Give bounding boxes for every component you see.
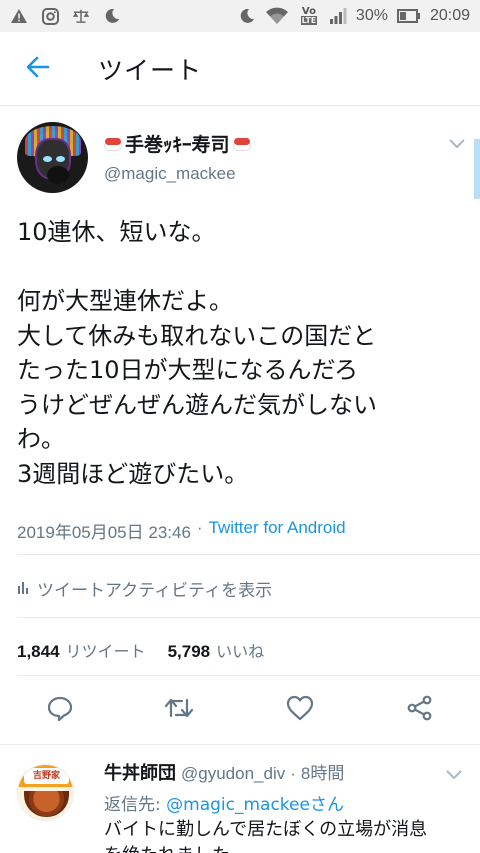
author-handle[interactable]: @magic_mackee bbox=[104, 164, 236, 184]
tweet-actions bbox=[0, 689, 480, 729]
tweet-activity-link[interactable]: ツイートアクティビティを表示 bbox=[17, 576, 272, 601]
scale-icon bbox=[72, 7, 90, 25]
retweet-button[interactable] bbox=[163, 694, 195, 726]
signal-icon bbox=[329, 7, 347, 25]
tweet-stats: 1,844 リツイート 5,798 いいね bbox=[17, 638, 264, 662]
reply-to-line: 返信先: @magic_mackeeさん bbox=[104, 790, 344, 815]
reply-author-avatar[interactable]: 吉野家 bbox=[17, 764, 74, 821]
arrow-left-icon bbox=[26, 56, 50, 82]
instagram-icon bbox=[41, 7, 59, 25]
reply-button[interactable] bbox=[44, 694, 76, 726]
reply-author-name[interactable]: 牛丼師団 bbox=[104, 759, 176, 785]
meta-separator: · bbox=[196, 518, 203, 537]
reply-author-handle[interactable]: @gyudon_div bbox=[181, 764, 285, 784]
scroll-indicator bbox=[474, 139, 480, 199]
status-bar: Vo LTE 30% 20:09 bbox=[0, 0, 480, 32]
share-icon bbox=[407, 695, 433, 725]
clock: 20:09 bbox=[429, 7, 470, 24]
tweet-activity-label: ツイートアクティビティを表示 bbox=[37, 581, 273, 601]
tweet-meta: 2019年05月05日 23:46 · Twitter for Android bbox=[17, 518, 346, 543]
like-label[interactable]: いいね bbox=[216, 638, 264, 662]
reply-to-prefix: 返信先: bbox=[104, 795, 161, 815]
bar-chart-icon bbox=[17, 579, 31, 599]
page-title: ツイート bbox=[98, 55, 203, 85]
author-name: 手巻ｯｷｰ寿司 bbox=[125, 134, 230, 156]
back-button[interactable] bbox=[12, 43, 64, 95]
heart-icon bbox=[286, 695, 314, 725]
reply-time: 8時間 bbox=[300, 764, 345, 783]
warning-icon bbox=[10, 7, 28, 25]
chevron-down-icon bbox=[446, 765, 462, 784]
retweet-icon bbox=[164, 696, 194, 724]
reply-menu-button[interactable] bbox=[446, 765, 462, 784]
battery-icon bbox=[396, 7, 421, 25]
chevron-down-icon bbox=[449, 134, 465, 153]
share-button[interactable] bbox=[404, 694, 436, 726]
avatar-hand bbox=[47, 166, 69, 184]
author-avatar[interactable] bbox=[17, 122, 88, 193]
reply-icon bbox=[47, 695, 73, 725]
app-bar: ツイート bbox=[0, 32, 480, 106]
tweet-menu-button[interactable] bbox=[446, 135, 468, 151]
moon-icon bbox=[103, 7, 121, 25]
moon-icon bbox=[238, 7, 256, 25]
reply-dot: · bbox=[290, 764, 296, 783]
gyudon-bowl-image bbox=[24, 791, 69, 817]
battery-percent: 30% bbox=[355, 7, 388, 24]
reply-to-user-link[interactable]: @magic_mackeeさん bbox=[166, 795, 344, 815]
reply-header: 牛丼師団 @gyudon_div · 8時間 bbox=[104, 759, 344, 785]
like-button[interactable] bbox=[284, 694, 316, 726]
divider bbox=[17, 617, 480, 618]
retweet-count[interactable]: 1,844 bbox=[17, 642, 60, 662]
tweet-client-link[interactable]: Twitter for Android bbox=[209, 518, 346, 543]
tweet-timestamp: 2019年05月05日 23:46 bbox=[17, 523, 191, 542]
sushi-emoji-icon bbox=[232, 137, 251, 151]
avatar-logo-text: 吉野家 bbox=[24, 768, 69, 784]
tweet-text: 10連休、短いな。 何が大型連休だよ。 大して休みも取れないこの国だと たった1… bbox=[17, 218, 377, 488]
divider bbox=[17, 675, 480, 676]
reply-tweet[interactable]: 吉野家 牛丼師団 @gyudon_div · 8時間 返信先: @magic_m… bbox=[0, 744, 480, 853]
volte-icon: Vo LTE bbox=[300, 6, 318, 25]
like-count[interactable]: 5,798 bbox=[168, 642, 211, 662]
author-name-row[interactable]: 手巻ｯｷｰ寿司 bbox=[104, 130, 251, 157]
divider bbox=[17, 554, 480, 555]
sushi-emoji-icon bbox=[104, 137, 122, 151]
wifi-icon bbox=[265, 7, 289, 25]
retweet-label[interactable]: リツイート bbox=[66, 638, 146, 662]
reply-text: バイトに勤しんで居たぼくの立場が消息 を絶たれました bbox=[104, 819, 428, 853]
